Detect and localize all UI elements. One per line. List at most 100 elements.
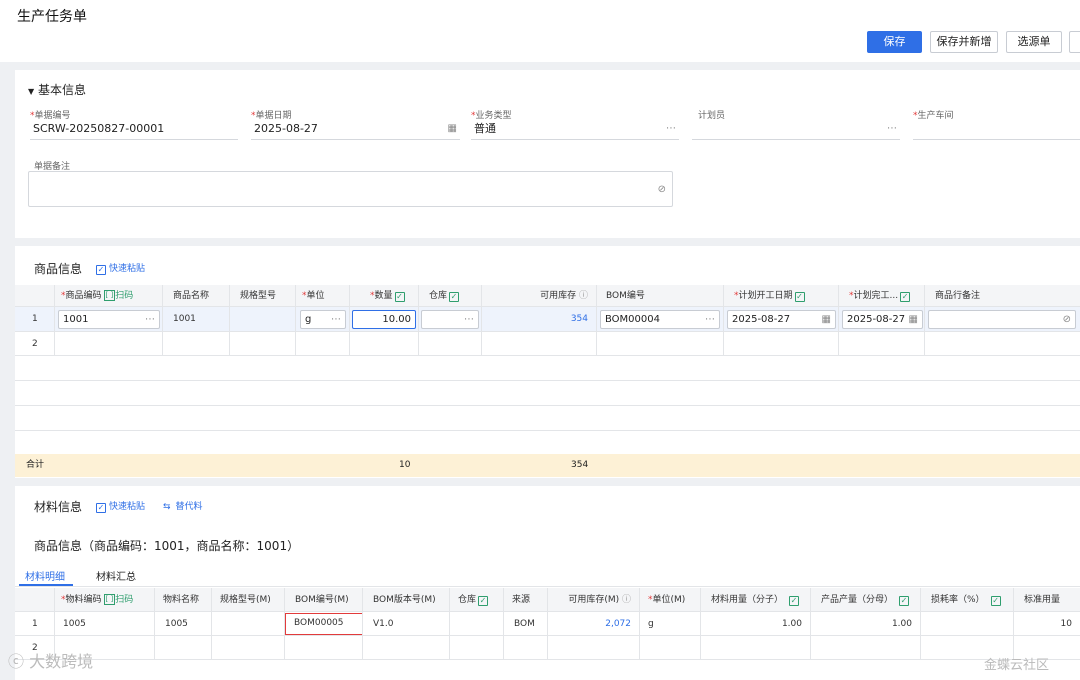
empty-cell[interactable]	[597, 332, 724, 355]
material-code-cell[interactable]: 1005	[55, 612, 155, 635]
header-cell[interactable]: BOM编号	[597, 285, 724, 306]
empty-cell[interactable]	[419, 332, 482, 355]
edit-icon[interactable]: ⊘	[1063, 311, 1071, 328]
empty-cell[interactable]	[363, 636, 450, 659]
header-cell[interactable]: 物料名称	[155, 588, 212, 611]
goods-code-input[interactable]: 1001 ⋯	[58, 310, 160, 329]
header-cell[interactable]: 材料用量（分子） ✓	[701, 588, 811, 611]
unit-input[interactable]: g ⋯	[300, 310, 346, 329]
header-cell[interactable]: *计划开工日期 ✓	[724, 285, 839, 306]
more-options-icon[interactable]: ⋯	[705, 311, 715, 328]
header-cell[interactable]: 商品名称	[163, 285, 230, 306]
calendar-icon[interactable]: ▦	[448, 123, 457, 135]
bom-cell[interactable]: BOM00005	[285, 612, 363, 635]
checkbox-icon[interactable]: ✓	[794, 292, 805, 302]
empty-cell[interactable]	[811, 636, 921, 659]
workshop-field[interactable]	[913, 118, 1080, 140]
empty-cell[interactable]	[482, 332, 597, 355]
empty-cell[interactable]	[724, 332, 839, 355]
header-cell[interactable]: 商品行备注	[925, 285, 1080, 306]
checkbox-icon[interactable]: ✓	[900, 292, 911, 302]
start-date-input[interactable]: 2025-08-27 ▦	[727, 310, 836, 329]
checkbox-icon[interactable]: ✓	[899, 596, 910, 606]
empty-cell[interactable]	[504, 636, 548, 659]
scan-icon[interactable]: [ ]	[103, 594, 116, 605]
empty-cell[interactable]	[212, 636, 285, 659]
empty-cell[interactable]	[839, 332, 925, 355]
highlighted-bom-box[interactable]: BOM00005	[285, 613, 362, 635]
table-row[interactable]: 2	[15, 332, 1080, 356]
header-cell[interactable]: *计划完工... ✓	[839, 285, 925, 306]
qty-input[interactable]: 10.00	[352, 310, 416, 329]
checkbox-icon[interactable]: ✓	[789, 596, 800, 606]
end-date-input[interactable]: 2025-08-27 ▦	[842, 310, 923, 329]
header-cell[interactable]: 产品产量（分母） ✓	[811, 588, 921, 611]
header-cell[interactable]: 可用库存(M) ⓘ	[548, 588, 640, 611]
header-cell[interactable]: 标准用量	[1014, 588, 1080, 611]
bom-cell[interactable]: BOM00004 ⋯	[597, 307, 724, 331]
checkbox-icon[interactable]: ✓	[394, 292, 405, 302]
header-cell[interactable]: 仓库 ✓	[419, 285, 482, 306]
checkbox-icon[interactable]: ✓	[478, 596, 489, 606]
unit-cell[interactable]: g	[640, 612, 701, 635]
empty-cell[interactable]	[925, 332, 1080, 355]
more-options-icon[interactable]: ⋯	[666, 123, 676, 135]
edit-icon[interactable]: ⊘	[658, 184, 666, 196]
header-cell[interactable]: BOM版本号(M)	[363, 588, 450, 611]
empty-cell[interactable]	[450, 636, 504, 659]
calendar-icon[interactable]: ▦	[822, 311, 831, 328]
end-date-cell[interactable]: 2025-08-27 ▦	[839, 307, 925, 331]
header-cell[interactable]: *单位(M)	[640, 588, 701, 611]
bom-input[interactable]: BOM00004 ⋯	[600, 310, 720, 329]
tab-material-detail[interactable]: 材料明细	[25, 568, 65, 583]
remark-input[interactable]: ⊘	[28, 171, 673, 207]
empty-cell[interactable]	[230, 332, 296, 355]
stock-cell[interactable]: 2,072	[548, 612, 640, 635]
table-row[interactable]: 1 1001 ⋯ 1001 g ⋯ 10.00 ⋯ 354 BOM00004 ⋯ 20…	[15, 307, 1080, 332]
substitute-link[interactable]: ⇆ 替代料	[163, 499, 203, 512]
header-cell[interactable]: 规格型号	[230, 285, 296, 306]
qty-cell[interactable]: 10.00	[350, 307, 419, 331]
line-remark-cell[interactable]: ⊘	[925, 307, 1080, 331]
empty-cell[interactable]	[640, 636, 701, 659]
header-cell[interactable]: 仓库 ✓	[450, 588, 504, 611]
empty-cell[interactable]	[285, 636, 363, 659]
stock-cell[interactable]: 354	[482, 307, 597, 331]
empty-cell[interactable]	[296, 332, 350, 355]
more-button[interactable]	[1069, 31, 1080, 53]
loss-cell[interactable]	[921, 612, 1014, 635]
basic-info-header[interactable]: ▼ 基本信息	[28, 81, 86, 98]
warehouse-input[interactable]: ⋯	[421, 310, 479, 329]
empty-cell[interactable]	[163, 332, 230, 355]
header-cell[interactable]: *数量 ✓	[350, 285, 419, 306]
more-options-icon[interactable]: ⋯	[331, 311, 341, 328]
empty-cell[interactable]	[701, 636, 811, 659]
header-cell[interactable]: 可用库存 ⓘ	[482, 285, 597, 306]
tab-material-summary[interactable]: 材料汇总	[96, 568, 136, 583]
checkbox-icon[interactable]: ✓	[449, 292, 460, 302]
start-date-cell[interactable]: 2025-08-27 ▦	[724, 307, 839, 331]
save-and-new-button[interactable]: 保存并新增	[930, 31, 998, 53]
more-options-icon[interactable]: ⋯	[145, 311, 155, 328]
header-cell[interactable]: *商品编码[ ] 扫码	[55, 285, 163, 306]
empty-cell[interactable]	[155, 636, 212, 659]
materials-quick-paste-link[interactable]: ✓ 快速粘贴	[96, 499, 145, 513]
header-cell[interactable]: *物料编码[ ] 扫码	[55, 588, 155, 611]
doc-date-field[interactable]: 2025-08-27 ▦	[251, 118, 460, 140]
table-row[interactable]: 2	[15, 636, 1080, 660]
select-source-button[interactable]: 选源单	[1006, 31, 1062, 53]
header-cell[interactable]: 规格型号(M)	[212, 588, 285, 611]
unit-cell[interactable]: g ⋯	[296, 307, 350, 331]
planner-field[interactable]: ⋯	[692, 118, 900, 140]
empty-cell[interactable]	[55, 332, 163, 355]
goods-quick-paste-link[interactable]: ✓ 快速粘贴	[96, 261, 145, 275]
header-cell[interactable]: *单位	[296, 285, 350, 306]
save-button[interactable]: 保存	[867, 31, 922, 53]
header-cell[interactable]: 损耗率（%） ✓	[921, 588, 1014, 611]
header-cell[interactable]: BOM编号(M)	[285, 588, 363, 611]
warehouse-cell[interactable]: ⋯	[419, 307, 482, 331]
checkbox-icon[interactable]: ✓	[990, 596, 1001, 606]
more-options-icon[interactable]: ⋯	[464, 311, 474, 328]
biz-type-field[interactable]: 普通 ⋯	[471, 118, 679, 140]
empty-cell[interactable]	[350, 332, 419, 355]
